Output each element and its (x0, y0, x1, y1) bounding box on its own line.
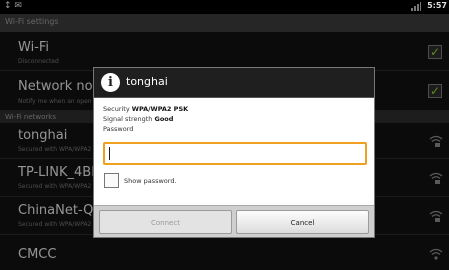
security-line: Security WPA/WPA2 PSK (103, 105, 188, 113)
signal-label: Signal strength (103, 115, 153, 123)
cancel-button[interactable]: Cancel (236, 210, 369, 234)
security-value: WPA/WPA2 PSK (131, 105, 189, 113)
status-icons: ↕ ✉ (4, 1, 22, 11)
dialog-body: Security WPA/WPA2 PSK Signal strength Go… (94, 98, 374, 205)
signal-line: Signal strength Good (103, 115, 173, 123)
status-bar: ↕ ✉ 5:57 (0, 0, 449, 14)
dialog-title: tonghai (126, 75, 168, 88)
signal-value: Good (154, 115, 174, 123)
show-password-label: Show password. (124, 177, 177, 185)
status-time: 5:57 (427, 1, 447, 10)
wifi-password-dialog: i tonghai Security WPA/WPA2 PSK Signal s… (93, 67, 375, 238)
signal-icon (411, 2, 421, 11)
password-label: Password (103, 125, 134, 133)
password-input[interactable] (103, 142, 367, 165)
text-cursor (109, 147, 110, 160)
show-password-checkbox[interactable] (104, 173, 119, 188)
info-icon: i (101, 73, 120, 92)
dialog-header: i tonghai (94, 68, 374, 98)
security-label: Security (103, 105, 130, 113)
connect-button[interactable]: Connect (99, 210, 232, 234)
dialog-button-bar: Connect Cancel (94, 205, 374, 237)
